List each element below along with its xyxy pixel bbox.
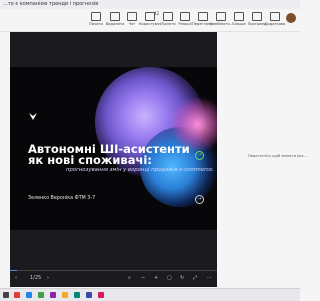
search-icon[interactable]: ⌕ bbox=[128, 275, 131, 281]
page-progress-bar bbox=[10, 270, 217, 271]
rotate-icon[interactable]: ↻ bbox=[180, 275, 184, 281]
slide-title: Автономні ШІ-асистенти як нові споживачі… bbox=[28, 142, 190, 167]
window-title: ...то є компанією тренди і прогнозів bbox=[3, 1, 99, 7]
extra-icon bbox=[270, 12, 280, 21]
taskbar-app-icon[interactable] bbox=[14, 292, 20, 298]
window-titlebar: ...то є компанією тренди і прогнозів bbox=[0, 0, 300, 9]
taskbar-app-icon[interactable] bbox=[98, 292, 104, 298]
taskbar-app-icon[interactable] bbox=[50, 292, 56, 298]
reaction-icon bbox=[180, 12, 190, 21]
slide-canvas: Автономні ШІ-асистенти як нові споживачі… bbox=[10, 67, 217, 230]
brand-logo-icon bbox=[29, 113, 37, 120]
slide-subtitle: прогнозування змін у воронці продажів е-… bbox=[66, 167, 215, 173]
zoom-out-icon[interactable]: − bbox=[141, 275, 145, 281]
more-icon bbox=[234, 12, 244, 21]
fit-page-icon[interactable]: ▢ bbox=[167, 275, 172, 281]
toolbar-extra-button[interactable]: Додатково bbox=[264, 12, 286, 26]
prev-page-button[interactable]: ‹ bbox=[15, 275, 17, 281]
fullscreen-icon[interactable]: ⤢ bbox=[193, 275, 197, 281]
arrow-circle-icon: → bbox=[195, 195, 204, 204]
avatar[interactable] bbox=[286, 13, 296, 23]
layout-icon bbox=[216, 12, 226, 21]
taskbar-app-icon[interactable] bbox=[74, 292, 80, 298]
next-page-button[interactable]: › bbox=[47, 275, 49, 281]
arrow-circle-icon: → bbox=[195, 151, 204, 160]
more-options-icon[interactable]: ⋯ bbox=[207, 275, 212, 281]
taskbar-app-icon[interactable] bbox=[26, 292, 32, 298]
taskbar-app-icon[interactable] bbox=[38, 292, 44, 298]
taskbar-app-icon[interactable] bbox=[62, 292, 68, 298]
play-icon bbox=[91, 12, 101, 21]
taskbar-app-icon[interactable] bbox=[86, 292, 92, 298]
meeting-toolbar: Почати Видалити Чат Користувачі 42 Підня… bbox=[0, 9, 300, 32]
start-icon[interactable] bbox=[3, 292, 9, 298]
pdf-controls: ‹ 1/25 › ⌕ − + ▢ ↻ ⤢ ⋯ bbox=[10, 270, 217, 287]
apps-icon bbox=[252, 12, 262, 21]
chat-icon bbox=[127, 12, 137, 21]
delete-icon bbox=[110, 12, 120, 21]
os-taskbar bbox=[0, 288, 300, 301]
page-indicator: 1/25 bbox=[30, 275, 42, 281]
zoom-in-icon[interactable]: + bbox=[154, 275, 158, 281]
slide-author: Зеленко Вероніка ФТМ 3-7 bbox=[28, 196, 96, 201]
raise-hand-icon bbox=[163, 12, 173, 21]
view-icon bbox=[198, 12, 208, 21]
side-hint-text: Перетягніть щоб змінити роз... bbox=[248, 154, 307, 158]
